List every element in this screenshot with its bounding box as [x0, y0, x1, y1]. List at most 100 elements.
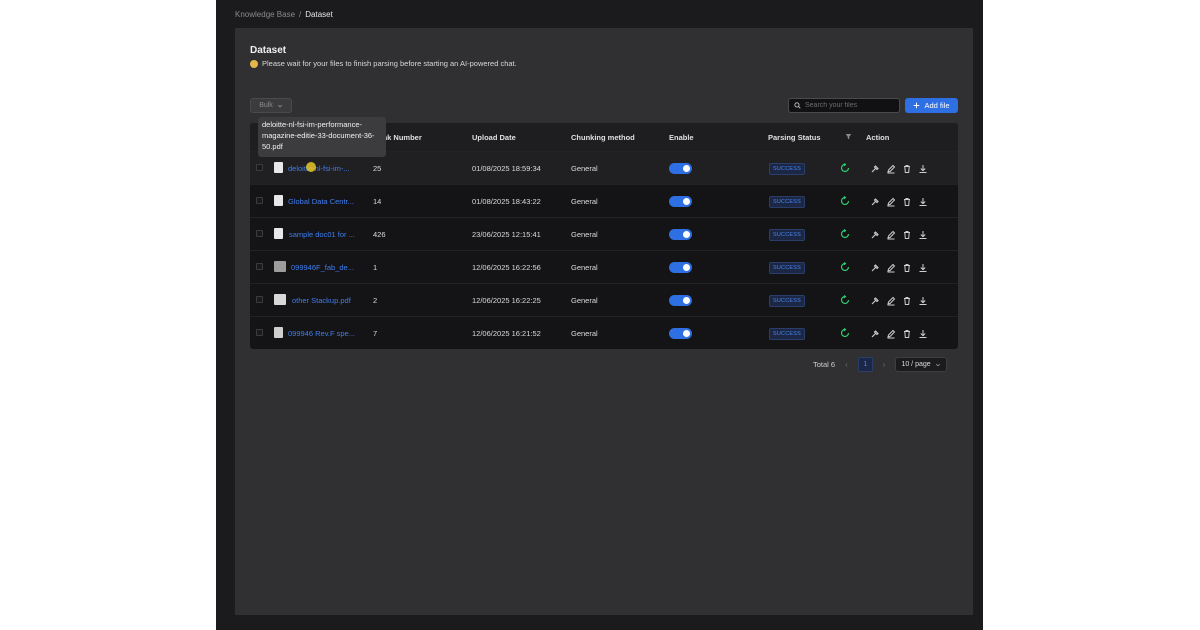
row-checkbox[interactable]	[256, 296, 263, 303]
next-page-icon[interactable]: ›	[883, 360, 886, 369]
upload-date: 01/08/2025 18:59:34	[472, 164, 541, 173]
add-file-button[interactable]: Add file	[905, 98, 958, 113]
reparse-icon[interactable]	[840, 262, 850, 272]
row-actions	[870, 296, 928, 306]
status-badge: SUCCESS	[769, 328, 805, 340]
toggle-knob	[683, 297, 690, 304]
status-badge: SUCCESS	[769, 262, 805, 274]
file-thumbnail	[274, 327, 283, 338]
filter-icon[interactable]	[845, 133, 852, 140]
reparse-icon[interactable]	[840, 196, 850, 206]
edit-icon[interactable]	[886, 263, 896, 273]
chunk-number: 426	[373, 230, 386, 239]
table-row[interactable]: sample doc01 for ... 426 23/06/2025 12:1…	[250, 217, 958, 250]
row-checkbox[interactable]	[256, 197, 263, 204]
bulk-label: Bulk	[259, 102, 273, 109]
download-icon[interactable]	[918, 197, 928, 207]
trash-icon[interactable]	[902, 296, 912, 306]
tool-icon[interactable]	[870, 263, 880, 273]
row-checkbox[interactable]	[256, 230, 263, 237]
upload-date: 12/06/2025 16:21:52	[472, 329, 541, 338]
row-actions	[870, 164, 928, 174]
download-icon[interactable]	[918, 296, 928, 306]
enable-toggle[interactable]	[669, 229, 692, 240]
page-number-current[interactable]: 1	[857, 357, 873, 372]
download-icon[interactable]	[918, 329, 928, 339]
edit-icon[interactable]	[886, 164, 896, 174]
download-icon[interactable]	[918, 230, 928, 240]
table-row[interactable]: 099946 Rev.F spe... 7 12/06/2025 16:21:5…	[250, 316, 958, 349]
toggle-knob	[683, 198, 690, 205]
header-upload-date[interactable]: Upload Date	[472, 133, 516, 142]
enable-toggle[interactable]	[669, 328, 692, 339]
header-parsing-status: Parsing Status	[768, 133, 821, 142]
download-icon[interactable]	[918, 164, 928, 174]
row-actions	[870, 197, 928, 207]
enable-toggle[interactable]	[669, 262, 692, 273]
pagination-total: Total 6	[813, 360, 836, 369]
search-box[interactable]	[788, 98, 900, 113]
table-row[interactable]: other Stackup.pdf 2 12/06/2025 16:22:25 …	[250, 283, 958, 316]
search-icon	[794, 102, 801, 109]
trash-icon[interactable]	[902, 164, 912, 174]
chunking-method[interactable]: General	[571, 164, 598, 173]
tool-icon[interactable]	[870, 329, 880, 339]
row-checkbox[interactable]	[256, 263, 263, 270]
file-name-link[interactable]: other Stackup.pdf	[292, 296, 351, 305]
trash-icon[interactable]	[902, 230, 912, 240]
file-name-link[interactable]: deloitte-nl-fsi-im-...	[288, 164, 350, 173]
page-size-value: 10 / page	[901, 361, 931, 368]
reparse-icon[interactable]	[840, 295, 850, 305]
chunking-method[interactable]: General	[571, 197, 598, 206]
page-subtitle: Please wait for your files to finish par…	[250, 59, 517, 68]
breadcrumb: Knowledge Base / Dataset	[235, 10, 333, 19]
table-row[interactable]: 099946F_fab_de... 1 12/06/2025 16:22:56 …	[250, 250, 958, 283]
file-name-link[interactable]: Global Data Centr...	[288, 197, 354, 206]
tool-icon[interactable]	[870, 164, 880, 174]
chunking-method[interactable]: General	[571, 329, 598, 338]
reparse-icon[interactable]	[840, 163, 850, 173]
search-input[interactable]	[805, 102, 895, 109]
edit-icon[interactable]	[886, 329, 896, 339]
tool-icon[interactable]	[870, 230, 880, 240]
edit-icon[interactable]	[886, 296, 896, 306]
upload-date: 23/06/2025 12:15:41	[472, 230, 541, 239]
page-size-select[interactable]: 10 / page	[895, 357, 948, 372]
row-checkbox[interactable]	[256, 164, 263, 171]
file-name-link[interactable]: sample doc01 for ...	[289, 230, 355, 239]
download-icon[interactable]	[918, 263, 928, 273]
enable-toggle[interactable]	[669, 163, 692, 174]
file-thumbnail	[274, 195, 283, 206]
page-title: Dataset	[250, 45, 287, 56]
trash-icon[interactable]	[902, 329, 912, 339]
smile-emoji-icon	[250, 59, 258, 68]
breadcrumb-knowledge-base[interactable]: Knowledge Base	[235, 10, 295, 19]
chunk-number: 25	[373, 164, 382, 173]
reparse-icon[interactable]	[840, 229, 850, 239]
upload-date: 12/06/2025 16:22:25	[472, 296, 541, 305]
enable-toggle[interactable]	[669, 295, 692, 306]
trash-icon[interactable]	[902, 197, 912, 207]
reparse-icon[interactable]	[840, 328, 850, 338]
app-window: Knowledge Base / Dataset Dataset Please …	[216, 0, 983, 630]
row-checkbox[interactable]	[256, 329, 263, 336]
table-row[interactable]: Global Data Centr... 14 01/08/2025 18:43…	[250, 184, 958, 217]
enable-toggle[interactable]	[669, 196, 692, 207]
chunking-method[interactable]: General	[571, 296, 598, 305]
prev-page-icon[interactable]: ‹	[845, 360, 848, 369]
bulk-button[interactable]: Bulk	[250, 98, 292, 113]
file-name-link[interactable]: 099946F_fab_de...	[291, 263, 354, 272]
header-enable: Enable	[669, 133, 694, 142]
file-name-link[interactable]: 099946 Rev.F spe...	[288, 329, 355, 338]
chunking-method[interactable]: General	[571, 230, 598, 239]
toggle-knob	[683, 165, 690, 172]
pagination: Total 6 ‹ 1 › 10 / page	[813, 357, 948, 372]
edit-icon[interactable]	[886, 230, 896, 240]
trash-icon[interactable]	[902, 263, 912, 273]
chunking-method[interactable]: General	[571, 263, 598, 272]
tool-icon[interactable]	[870, 296, 880, 306]
edit-icon[interactable]	[886, 197, 896, 207]
file-thumbnail	[274, 228, 283, 239]
tool-icon[interactable]	[870, 197, 880, 207]
upload-date: 01/08/2025 18:43:22	[472, 197, 541, 206]
